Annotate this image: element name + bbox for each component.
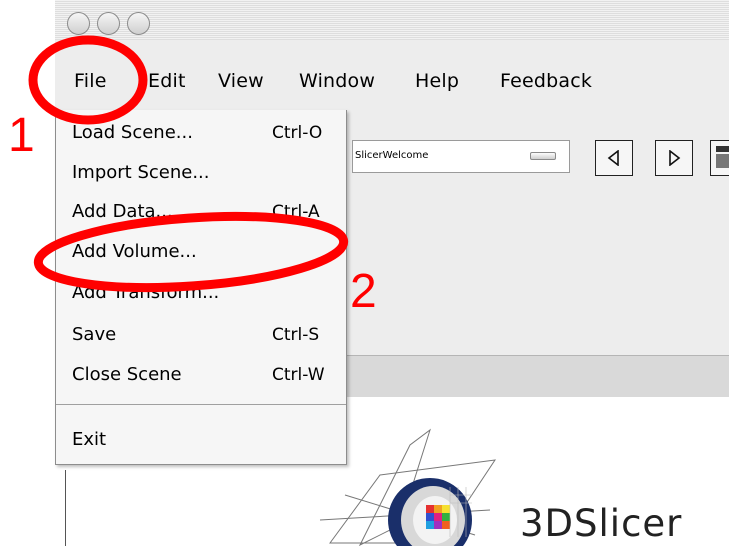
annotation-step-2: 2 — [350, 265, 377, 318]
annotation-step-1: 1 — [8, 109, 35, 162]
annotation-circle-file — [28, 35, 148, 125]
annotation-circle-add-volume — [33, 211, 349, 293]
